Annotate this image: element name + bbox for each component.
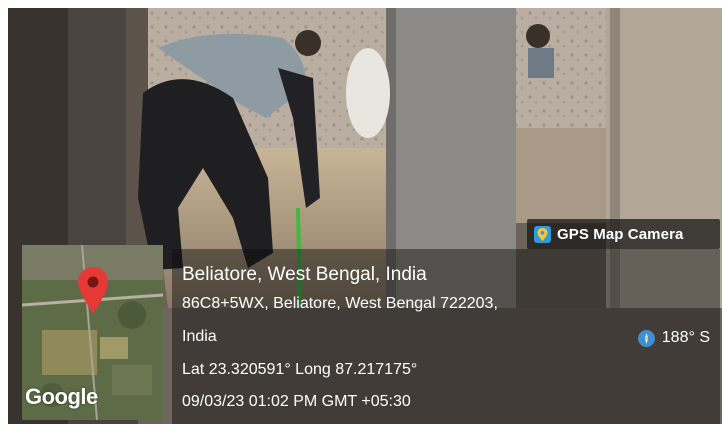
compass-icon [637, 329, 655, 347]
google-logo: Google [25, 384, 98, 409]
location-title: Beliatore, West Bengal, India [182, 264, 427, 285]
location-map-thumbnail: Google [22, 245, 163, 420]
coordinates: Lat 23.320591° Long 87.217175° [182, 361, 418, 378]
gps-map-camera-badge: GPS Map Camera [527, 219, 720, 249]
address-line-1: 86C8+5WX, Beliatore, West Bengal 722203, [182, 295, 498, 312]
heading-value: 188° S [661, 329, 710, 346]
map-marker-icon [78, 267, 108, 313]
location-info-panel: Beliatore, West Bengal, India 86C8+5WX, … [172, 249, 720, 424]
compass-heading: 188° S [637, 329, 710, 347]
geotagged-photo: GPS Map Camera Google Beliatore, West Be… [8, 8, 722, 424]
address-line-2: India [182, 328, 217, 345]
map-pin-icon [534, 225, 551, 243]
timestamp: 09/03/23 01:02 PM GMT +05:30 [182, 393, 411, 410]
app-badge-label: GPS Map Camera [557, 225, 684, 243]
